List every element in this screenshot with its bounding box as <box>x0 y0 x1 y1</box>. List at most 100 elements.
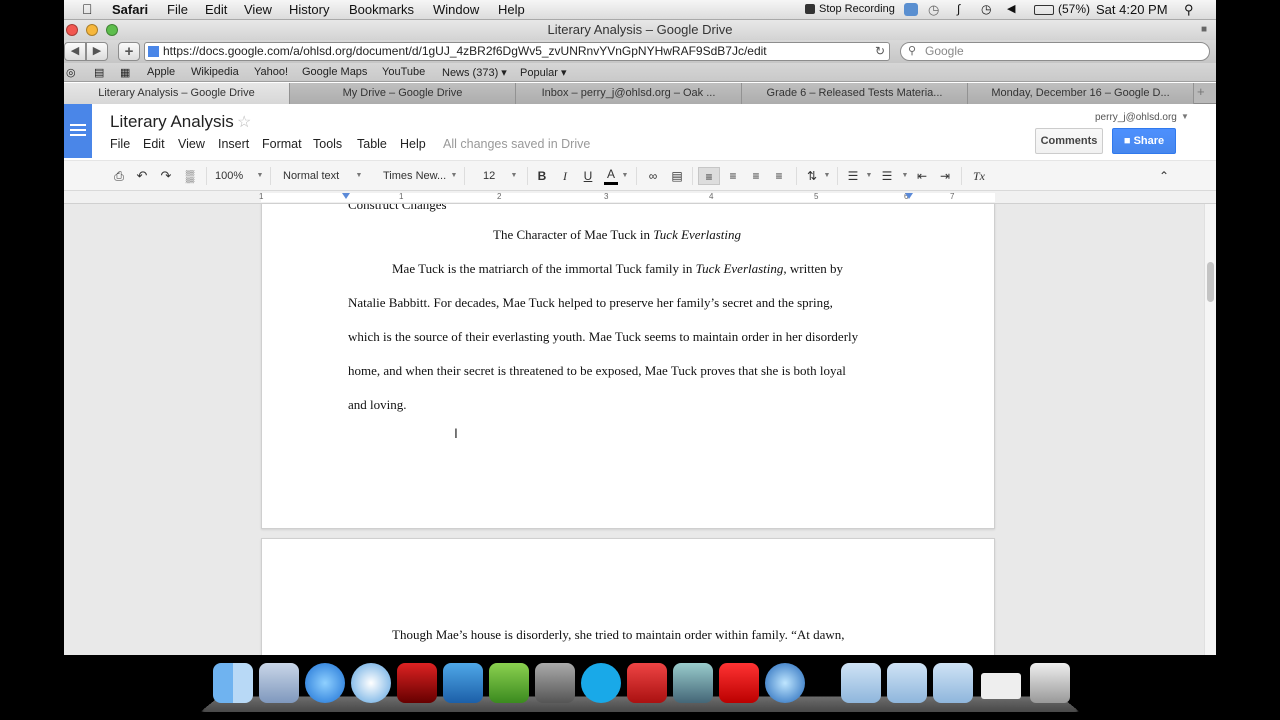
bookmark-google-maps[interactable]: Google Maps <box>302 66 367 78</box>
bookmark-apple[interactable]: Apple <box>147 66 175 78</box>
volume-icon[interactable]: ◀ <box>1007 2 1015 15</box>
bookmarks-book-icon[interactable]: ▤ <box>94 66 104 79</box>
bookmark-popular[interactable]: Popular ▾ <box>520 66 567 79</box>
text-color-button[interactable]: A <box>604 167 618 185</box>
spacing-chevron-down-icon[interactable]: ▼ <box>822 167 832 185</box>
bookmark-yahoo[interactable]: Yahoo! <box>254 66 288 78</box>
back-button[interactable]: ◀ <box>64 42 86 61</box>
insert-comment-icon[interactable]: ▤ <box>669 167 685 185</box>
align-right-icon[interactable]: ≡ <box>748 167 764 185</box>
docs-menu-table[interactable]: Table <box>357 137 387 151</box>
mail-icon[interactable] <box>259 663 299 703</box>
justify-icon[interactable]: ≡ <box>771 167 787 185</box>
reading-list-icon[interactable]: ◎ <box>66 66 76 79</box>
docs-logo-icon[interactable] <box>64 104 92 158</box>
document-page-2[interactable]: Though Mae’s house is disorderly, she tr… <box>261 538 995 655</box>
menu-file[interactable]: File <box>167 2 188 17</box>
scrollbar-thumb[interactable] <box>1207 262 1214 302</box>
menu-bookmarks[interactable]: Bookmarks <box>349 2 414 17</box>
docs-menu-file[interactable]: File <box>110 137 130 151</box>
increase-indent-icon[interactable]: ⇥ <box>937 167 953 185</box>
forward-button[interactable]: ▶ <box>86 42 108 61</box>
reload-icon[interactable]: ↻ <box>875 43 885 60</box>
bulleted-list-icon[interactable]: ☰ <box>879 167 895 185</box>
tab-my-drive[interactable]: My Drive – Google Drive <box>290 83 516 104</box>
comments-button[interactable]: Comments <box>1035 128 1103 154</box>
app-icon[interactable] <box>489 663 529 703</box>
menu-edit[interactable]: Edit <box>205 2 227 17</box>
word-icon[interactable] <box>443 663 483 703</box>
applications-folder-icon[interactable] <box>841 663 881 703</box>
documents-folder-icon[interactable] <box>887 663 927 703</box>
top-sites-icon[interactable]: ▦ <box>120 66 130 79</box>
itunes-icon[interactable] <box>305 663 345 703</box>
undo-icon[interactable]: ↶ <box>134 167 150 185</box>
collapse-menu-chevron-up-icon[interactable]: ⌃ <box>1156 167 1172 185</box>
url-field[interactable]: https://docs.google.com/a/ohlsd.org/docu… <box>144 42 890 61</box>
zoom-window-icon[interactable] <box>106 24 118 36</box>
menu-help[interactable]: Help <box>498 2 525 17</box>
font-chevron-down-icon[interactable]: ▼ <box>449 167 459 185</box>
zoom-chevron-down-icon[interactable]: ▼ <box>255 167 265 185</box>
document-title[interactable]: Literary Analysis <box>110 112 234 132</box>
print-icon[interactable]: ⎙ <box>111 167 127 185</box>
underline-button[interactable]: U <box>581 167 595 185</box>
bookmark-wikipedia[interactable]: Wikipedia <box>191 66 239 78</box>
search-field[interactable]: ⚲ Google <box>900 42 1210 61</box>
line-spacing-icon[interactable]: ⇅ <box>804 167 820 185</box>
bookmark-youtube[interactable]: YouTube <box>382 66 425 78</box>
angry-birds-icon[interactable] <box>627 663 667 703</box>
bookmark-news[interactable]: News (373) ▾ <box>442 66 507 79</box>
docs-menu-insert[interactable]: Insert <box>218 137 249 151</box>
minimize-window-icon[interactable] <box>86 24 98 36</box>
spotlight-search-icon[interactable]: ⚲ <box>1184 2 1194 18</box>
style-chevron-down-icon[interactable]: ▼ <box>354 167 364 185</box>
stop-recording-label[interactable]: Stop Recording <box>819 3 895 15</box>
close-window-icon[interactable] <box>66 24 78 36</box>
safari-icon[interactable] <box>351 663 391 703</box>
add-bookmark-button[interactable]: + <box>118 42 140 61</box>
quicktime-icon[interactable] <box>765 663 805 703</box>
time-machine-icon[interactable]: ◷ <box>928 2 939 18</box>
wifi-icon[interactable]: ◷ <box>981 2 991 16</box>
decrease-indent-icon[interactable]: ⇤ <box>914 167 930 185</box>
dropbox-icon[interactable] <box>904 3 918 16</box>
iphoto-icon[interactable] <box>673 663 713 703</box>
font-size-select[interactable]: 12 <box>483 167 507 185</box>
system-preferences-icon[interactable] <box>535 663 575 703</box>
menu-window[interactable]: Window <box>433 2 479 17</box>
battery-icon[interactable] <box>1034 5 1054 15</box>
acrobat-icon[interactable] <box>719 663 759 703</box>
size-chevron-down-icon[interactable]: ▼ <box>509 167 519 185</box>
trash-icon[interactable] <box>1030 663 1070 703</box>
docs-menu-view[interactable]: View <box>178 137 205 151</box>
docs-menu-edit[interactable]: Edit <box>143 137 165 151</box>
numbered-list-icon[interactable]: ☰ <box>845 167 861 185</box>
account-chevron-down-icon[interactable]: ▼ <box>1181 112 1189 121</box>
menu-view[interactable]: View <box>244 2 272 17</box>
style-select[interactable]: Normal text <box>283 167 363 185</box>
bluetooth-icon[interactable]: ∫ <box>957 2 960 16</box>
star-icon[interactable]: ☆ <box>237 112 251 132</box>
new-tab-icon[interactable]: + <box>1197 84 1205 99</box>
tab-literary-analysis[interactable]: Literary Analysis – Google Drive <box>64 83 290 104</box>
docs-menu-tools[interactable]: Tools <box>313 137 342 151</box>
menu-app-name[interactable]: Safari <box>112 2 148 17</box>
docs-menu-help[interactable]: Help <box>400 137 426 151</box>
tab-grade-6[interactable]: Grade 6 – Released Tests Materia... <box>742 83 968 104</box>
clear-formatting-button[interactable]: Tx <box>969 167 989 185</box>
paint-format-icon[interactable]: ▒ <box>182 167 198 185</box>
vertical-scrollbar[interactable] <box>1204 204 1216 655</box>
finder-icon[interactable] <box>213 663 253 703</box>
ruler-page-area[interactable] <box>261 193 995 202</box>
document-page-1[interactable]: Construct Changes The Character of Mae T… <box>261 204 995 529</box>
redo-icon[interactable]: ↷ <box>158 167 174 185</box>
downloads-folder-icon[interactable] <box>933 663 973 703</box>
bold-button[interactable]: B <box>535 167 549 185</box>
photo-booth-icon[interactable] <box>397 663 437 703</box>
skype-icon[interactable] <box>581 663 621 703</box>
italic-button[interactable]: I <box>558 167 572 185</box>
text-color-chevron-down-icon[interactable]: ▼ <box>620 167 630 185</box>
bulleted-list-chevron-down-icon[interactable]: ▼ <box>900 167 910 185</box>
docs-menu-format[interactable]: Format <box>262 137 302 151</box>
